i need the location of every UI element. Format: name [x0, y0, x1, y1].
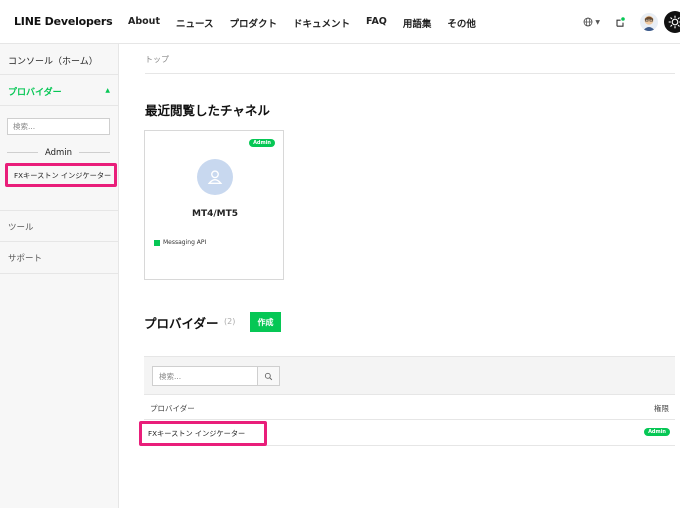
channel-avatar: [197, 159, 233, 195]
nav-docs[interactable]: ドキュメント: [293, 16, 350, 30]
nav-news[interactable]: ニュース: [176, 16, 214, 30]
nav-more[interactable]: その他: [447, 16, 476, 30]
nav-about[interactable]: About: [128, 16, 160, 30]
chevron-up-icon: ▲: [105, 87, 110, 94]
globe-icon: [583, 17, 593, 27]
main-nav: About ニュース プロダクト ドキュメント FAQ 用語集 その他: [128, 16, 492, 30]
user-avatar[interactable]: [640, 13, 658, 31]
nav-glossary[interactable]: 用語集: [403, 16, 432, 30]
sidebar-provider-label: プロバイダー: [8, 88, 62, 98]
breadcrumb-divider: [145, 73, 675, 74]
search-button[interactable]: [258, 366, 280, 386]
providers-title: プロバイダー: [144, 316, 219, 331]
nav-faq[interactable]: FAQ: [366, 16, 387, 30]
table-header: プロバイダー 権限: [144, 394, 675, 420]
channel-card[interactable]: Admin MT4/MT5 Messaging API: [144, 130, 284, 280]
language-button[interactable]: ▼: [583, 17, 600, 27]
sidebar-item-support[interactable]: サポート: [0, 242, 118, 274]
divider-line: [7, 152, 38, 153]
admin-divider: Admin: [7, 147, 110, 158]
nav-products[interactable]: プロダクト: [230, 16, 278, 30]
header-actions: ▼: [583, 10, 680, 34]
column-header-role: 権限: [654, 404, 669, 413]
role-badge: Admin: [644, 428, 670, 436]
column-header-provider: プロバイダー: [150, 404, 195, 413]
sun-icon: [668, 15, 680, 29]
theme-toggle-button[interactable]: [664, 11, 680, 33]
search-icon: [264, 372, 273, 380]
sidebar-item-tools[interactable]: ツール: [0, 210, 118, 242]
breadcrumb[interactable]: トップ: [145, 54, 169, 65]
channel-name: MT4/MT5: [191, 209, 238, 219]
admin-label: Admin: [44, 147, 73, 158]
create-provider-button[interactable]: 作成: [250, 312, 281, 332]
sidebar-item-provider-fx[interactable]: FXキーストン インジケーター: [5, 163, 117, 187]
channel-type-label: Messaging API: [163, 239, 207, 246]
table-toolbar: [144, 356, 675, 394]
provider-search-input[interactable]: [152, 366, 258, 386]
user-placeholder-icon: [207, 170, 223, 184]
messaging-api-icon: [154, 239, 160, 246]
sidebar-item-console[interactable]: コンソール（ホーム）: [0, 44, 118, 75]
logo[interactable]: LINE Developers: [14, 15, 113, 28]
sidebar-search-input[interactable]: [7, 118, 110, 135]
provider-link-fx[interactable]: FXキーストン インジケーター: [139, 421, 267, 446]
user-avatar-icon: [640, 13, 658, 31]
sidebar-item-provider[interactable]: プロバイダー ▲: [0, 75, 118, 106]
top-header: LINE Developers About ニュース プロダクト ドキュメント …: [0, 0, 680, 44]
table-row: FXキーストン インジケーター Admin: [139, 420, 675, 446]
sidebar: コンソール（ホーム） プロバイダー ▲ Admin FXキーストン インジケータ…: [0, 44, 119, 508]
channel-type: Messaging API: [154, 239, 206, 246]
provider-table: プロバイダー 権限 FXキーストン インジケーター Admin: [139, 356, 675, 446]
admin-badge: Admin: [249, 139, 275, 147]
provider-count: (2): [224, 317, 236, 326]
divider-line: [79, 152, 110, 153]
notification-icon[interactable]: [614, 16, 626, 28]
recent-channels-title: 最近閲覧したチャネル: [145, 103, 270, 118]
chevron-down-icon: ▼: [595, 18, 600, 26]
